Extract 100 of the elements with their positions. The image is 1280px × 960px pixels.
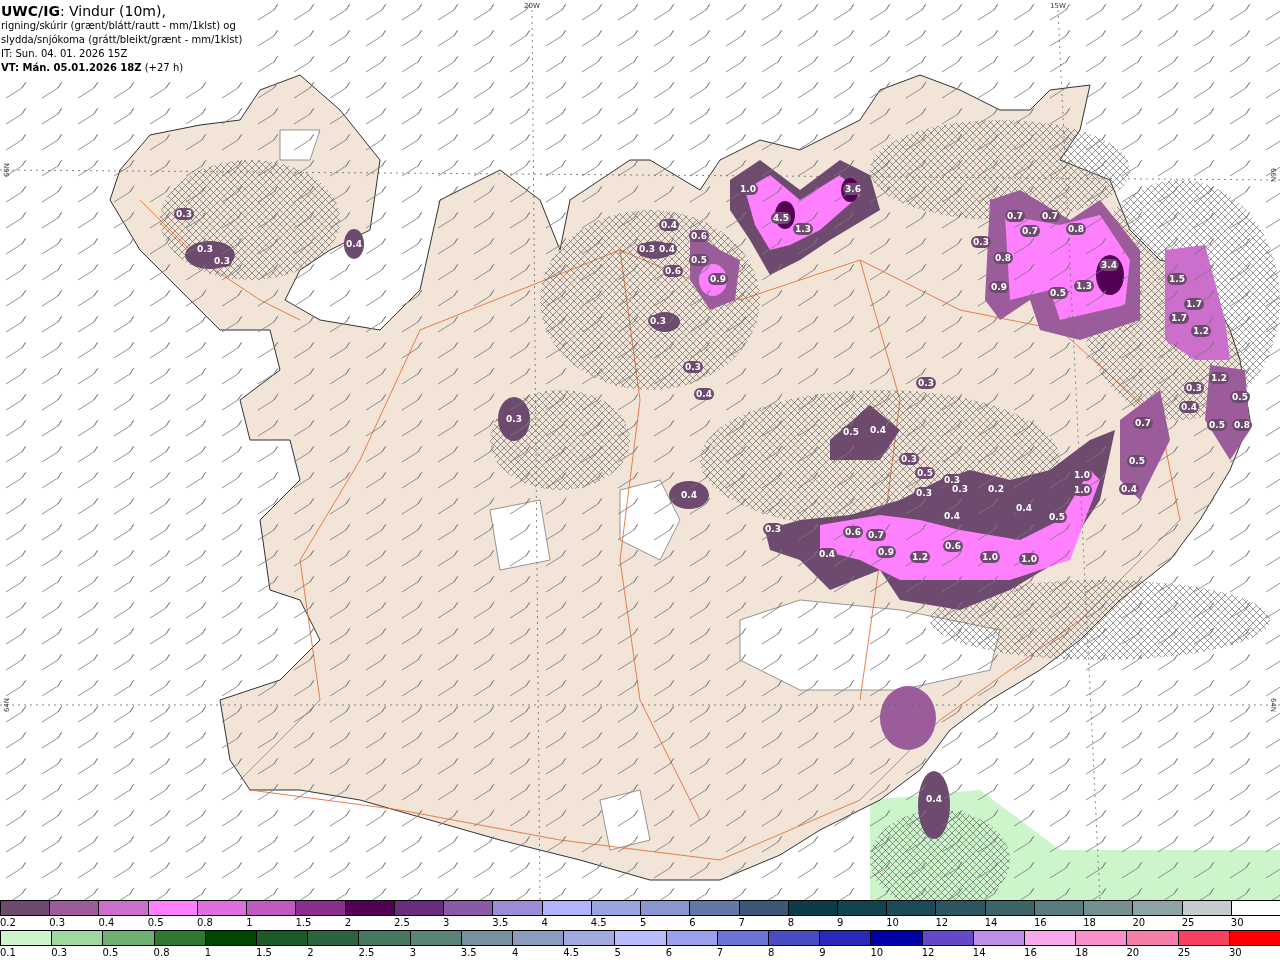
precipitation-value: 0.9 [989,281,1009,293]
legend-label: 18 [1075,946,1089,960]
legend-label: 0.4 [98,916,116,930]
legend-label: 14 [984,916,999,930]
legend-label: 8 [768,946,776,960]
precipitation-value: 1.7 [1184,298,1204,310]
title-text: IT: Sun. 04. 01. 2026 15Z [1,47,129,61]
legend-label: 4 [512,946,520,960]
title-text: rigning/skúrir (grænt/blátt/rautt - mm/1klst) og [1,19,237,33]
precipitation-value: 0.3 [1184,382,1204,394]
legend-label: 0.8 [196,916,214,930]
legend-label: 18 [1083,916,1097,930]
legend-label: 25 [1177,946,1192,960]
legend-label: 4.5 [590,916,608,930]
precipitation-value: 0.4 [868,424,888,436]
title-text: slydda/snjókoma (grátt/bleikt/grænt - mm/1klst) [1,33,244,47]
legend-label: 1.5 [256,946,273,960]
precipitation-value: 0.4 [679,489,699,501]
legend-label: 16 [1024,946,1038,960]
legend-label: 0.3 [51,946,69,960]
precipitation-value: 0.3 [504,413,524,425]
legend-label: 9 [819,946,827,960]
legend-label: 30 [1228,946,1243,960]
precipitation-value: 0.3 [174,208,194,220]
precipitation-value: 0.5 [1230,391,1250,403]
precipitation-value: 0.5 [915,467,935,479]
legend-label: 0.3 [49,916,67,930]
precipitation-value: 0.4 [1179,401,1199,413]
precipitation-value: 0.8 [1232,419,1252,431]
precipitation-value: 0.4 [344,238,364,250]
precipitation-value: 1.5 [1167,273,1187,285]
precipitation-value: 0.6 [689,230,709,242]
precipitation-value: 0.7 [1040,210,1060,222]
precipitation-value: 0.2 [986,483,1006,495]
precipitation-value: 3.4 [1099,259,1119,271]
legend-label: 16 [1033,916,1048,930]
precipitation-value: 0.4 [924,793,944,805]
precipitation-value: 0.4 [942,510,962,522]
legend-label: 4 [541,916,549,930]
legend-label: 2.5 [358,946,376,960]
precipitation-value: 0.3 [212,255,232,267]
legend-label: 2.5 [393,916,411,930]
precipitation-value: 0.8 [993,252,1013,264]
precipitation-value: 0.7 [1133,417,1153,429]
precipitation-value: 0.5 [1047,511,1067,523]
legend-label: 3 [443,916,451,930]
legend-label: 2 [344,916,352,930]
precipitation-value: 1.0 [1019,553,1039,565]
legend-label: 20 [1126,946,1141,960]
precipitation-value: 0.4 [1119,483,1139,495]
precipitation-value: 0.3 [683,361,703,373]
precipitation-value: 1.0 [738,183,758,195]
precipitation-value: 0.4 [1014,502,1034,514]
precipitation-value: 1.0 [980,551,1000,563]
precipitation-value: 0.3 [950,483,970,495]
legend-label: 25 [1181,916,1196,930]
legend-label: 8 [787,916,796,930]
legend-label: 0.1 [0,946,17,960]
precipitation-value: 1.0 [1072,484,1092,496]
legend-label: 2 [307,946,315,960]
precipitation-value: 1.0 [1072,469,1092,481]
precipitation-value: 0.9 [876,546,896,558]
precipitation-value: 3.6 [843,183,863,195]
legend-label: 0.5 [102,946,120,960]
legend-label: 9 [837,916,845,930]
legend-label: 6 [665,946,673,960]
legend-label: 10 [886,916,900,930]
precipitation-value: 0.5 [1207,419,1227,431]
legend-label: 6 [689,916,697,930]
precipitation-value: 0.8 [1066,223,1086,235]
precipitation-value: 4.5 [771,212,791,224]
precipitation-value: 0.6 [943,540,963,552]
precipitation-value: 0.4 [694,388,714,400]
precipitation-value: 1.2 [910,551,930,563]
legend-label: 7 [738,916,746,930]
legend-label: 5 [614,946,622,960]
legend-label: 0.2 [0,916,17,930]
legend-label: 14 [972,946,987,960]
legend-label: 4.5 [563,946,581,960]
precipitation-value: 0.5 [689,254,709,266]
legend-label: 3 [409,946,417,960]
precipitation-value: 1.2 [1209,372,1229,384]
precipitation-value: 0.5 [841,426,861,438]
precipitation-value: 0.4 [657,243,677,255]
legend-label: 3.5 [492,916,510,930]
title-text: VT: Mán. 05.01.2026 18Z (+27 h) [1,61,185,75]
legend-label: 1.5 [295,916,313,930]
precipitation-value: 0.3 [637,243,657,255]
precipitation-value: 0.3 [914,487,934,499]
legend-label: 3.5 [460,946,478,960]
precipitation-value: 1.3 [793,223,813,235]
legend-label: 30 [1230,916,1245,930]
legend-label: 1 [246,916,254,930]
legend-label: 10 [870,946,885,960]
precipitation-value: 0.4 [817,548,837,560]
precipitation-value: 0.6 [663,265,683,277]
legend-label: 12 [935,916,950,930]
precipitation-value: 1.2 [1191,325,1211,337]
legend-label: 7 [716,946,725,960]
precipitation-value: 0.5 [1048,287,1068,299]
